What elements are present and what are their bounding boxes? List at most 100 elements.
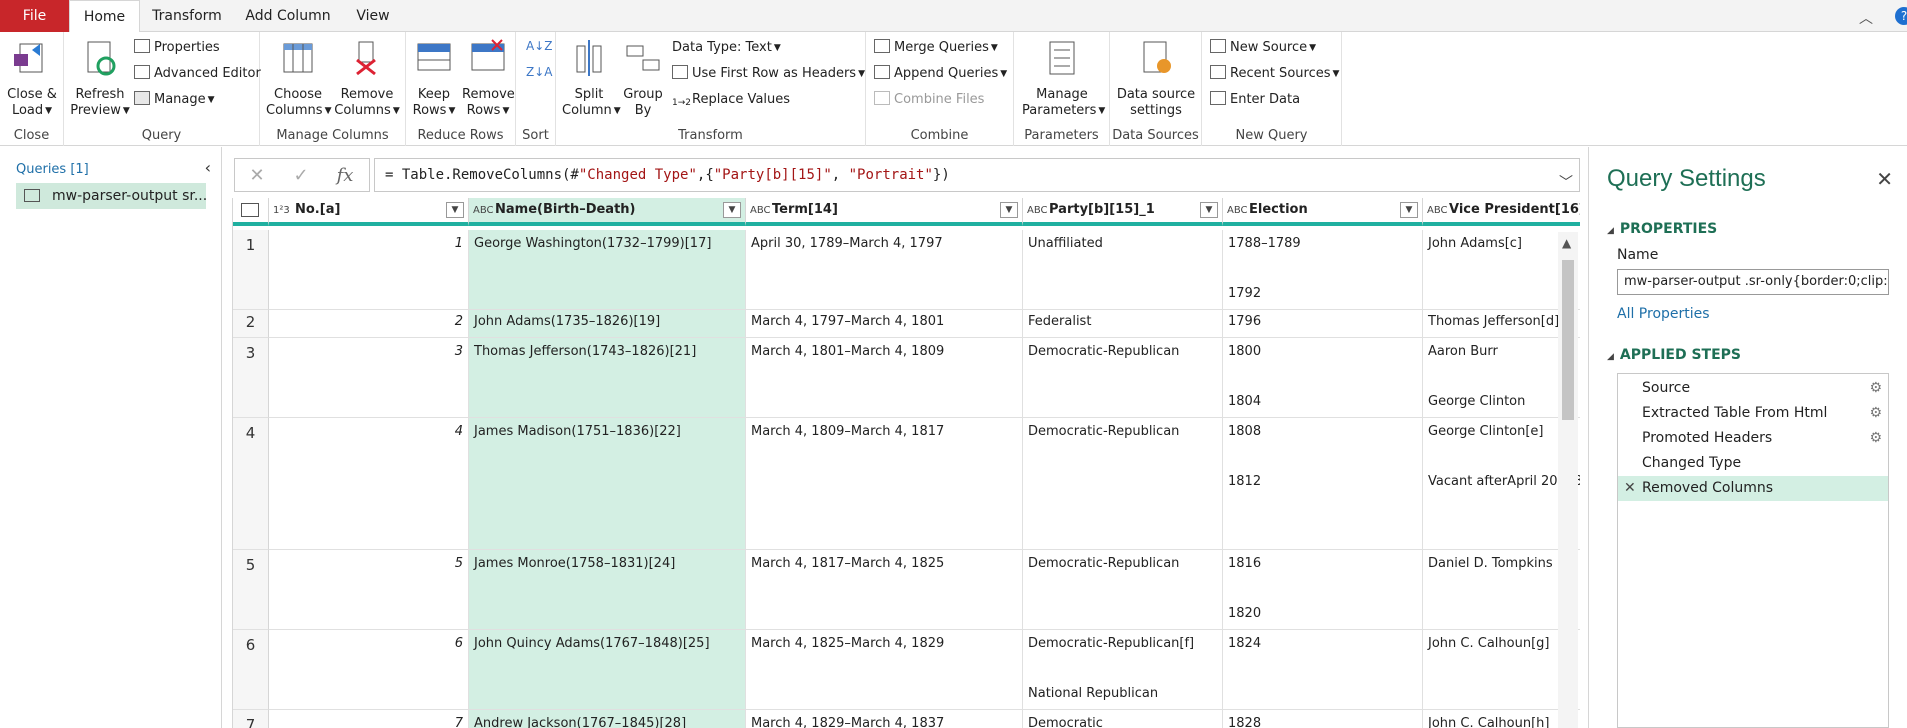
column-header-no[interactable]: 1²3 No.[a] ▼ <box>269 198 469 226</box>
properties-section[interactable]: ◢ PROPERTIES <box>1607 221 1717 237</box>
cell-term[interactable]: March 4, 1825–March 4, 1829 <box>746 630 1023 710</box>
cell-vice-president[interactable]: Aaron Burr George Clinton <box>1423 338 1580 418</box>
remove-rows-button[interactable]: Remove Rows ▼ <box>462 38 515 119</box>
use-first-row-headers-button[interactable]: Use First Row as Headers ▼ <box>672 64 865 86</box>
collapse-pane-icon[interactable]: ‹ <box>205 158 211 177</box>
gear-icon[interactable]: ⚙ <box>1869 401 1882 426</box>
cell-name[interactable]: George Washington(1732–1799)[17] <box>469 230 746 310</box>
cancel-icon[interactable]: ✕ <box>239 163 275 189</box>
cell-party[interactable]: Democratic-Republican <box>1023 338 1223 418</box>
cell-election[interactable]: 1824 <box>1223 630 1423 710</box>
cell-name[interactable]: James Monroe(1758–1831)[24] <box>469 550 746 630</box>
commit-icon[interactable]: ✓ <box>283 163 319 189</box>
column-header-name[interactable]: ABCName(Birth–Death) ▼ <box>469 198 746 226</box>
row-number[interactable]: 6 <box>233 630 269 710</box>
new-source-button[interactable]: New Source ▼ <box>1210 38 1316 60</box>
cell-no[interactable]: 6 <box>269 630 469 710</box>
column-header-party[interactable]: ABCParty[b][15]_1 ▼ <box>1023 198 1223 226</box>
enter-data-button[interactable]: Enter Data <box>1210 90 1300 112</box>
cell-party[interactable]: Federalist <box>1023 310 1223 338</box>
step-promoted-headers[interactable]: Promoted Headers ⚙ <box>1618 426 1888 451</box>
replace-values-button[interactable]: 1→2Replace Values <box>672 90 790 112</box>
expand-formula-icon[interactable]: ﹀ <box>1559 167 1573 191</box>
row-number[interactable]: 5 <box>233 550 269 630</box>
cell-no[interactable]: 2 <box>269 310 469 338</box>
step-removed-columns[interactable]: ✕ Removed Columns <box>1618 476 1888 501</box>
cell-vice-president[interactable]: John C. Calhoun[h] <box>1423 710 1580 728</box>
merge-queries-button[interactable]: Merge Queries ▼ <box>874 38 998 60</box>
row-number[interactable]: 1 <box>233 230 269 310</box>
row-number[interactable]: 2 <box>233 310 269 338</box>
close-load-button[interactable]: Close & Load ▼ <box>4 38 60 119</box>
advanced-editor-button[interactable]: Advanced Editor <box>134 64 261 86</box>
sort-ascending-button[interactable]: A↓Z <box>526 36 552 58</box>
query-name-input[interactable]: mw-parser-output .sr-only{border:0;clip:… <box>1617 269 1889 295</box>
cell-party[interactable]: Democratic-Republican[f] National Republi… <box>1023 630 1223 710</box>
table-menu-button[interactable] <box>233 198 269 226</box>
cell-election[interactable]: 1796 <box>1223 310 1423 338</box>
data-source-settings-button[interactable]: Data source settings <box>1114 38 1198 119</box>
cell-no[interactable]: 1 <box>269 230 469 310</box>
cell-term[interactable]: March 4, 1817–March 4, 1825 <box>746 550 1023 630</box>
filter-dropdown-icon[interactable]: ▼ <box>1200 202 1218 218</box>
cell-name[interactable]: Thomas Jefferson(1743–1826)[21] <box>469 338 746 418</box>
cell-party[interactable]: Democratic-Republican <box>1023 550 1223 630</box>
function-icon[interactable]: fx <box>327 163 363 189</box>
cell-party[interactable]: Democratic-Republican <box>1023 418 1223 550</box>
row-number[interactable]: 4 <box>233 418 269 550</box>
cell-party[interactable]: Democratic <box>1023 710 1223 728</box>
help-icon[interactable]: ? <box>1895 7 1907 25</box>
query-item[interactable]: mw-parser-output sr... <box>16 183 206 209</box>
cell-vice-president[interactable]: John Adams[c] <box>1423 230 1580 310</box>
formula-input[interactable]: = Table.RemoveColumns(#"Changed Type",{"… <box>374 158 1580 192</box>
properties-button[interactable]: Properties <box>134 38 220 60</box>
cell-vice-president[interactable]: George Clinton[e]Vacant afterApril 20, 1… <box>1423 418 1580 550</box>
filter-dropdown-icon[interactable]: ▼ <box>1000 202 1018 218</box>
vertical-scrollbar[interactable]: ▲ <box>1558 232 1578 728</box>
cell-vice-president[interactable]: Thomas Jefferson[d] <box>1423 310 1580 338</box>
step-changed-type[interactable]: Changed Type <box>1618 451 1888 476</box>
cell-election[interactable]: 1828 <box>1223 710 1423 728</box>
gear-icon[interactable]: ⚙ <box>1869 426 1882 451</box>
cell-no[interactable]: 3 <box>269 338 469 418</box>
tab-transform[interactable]: Transform <box>146 0 228 32</box>
manage-button[interactable]: Manage ▼ <box>134 90 215 112</box>
tab-home[interactable]: Home <box>69 0 140 33</box>
close-icon[interactable]: ✕ <box>1876 167 1893 191</box>
cell-term[interactable]: April 30, 1789–March 4, 1797 <box>746 230 1023 310</box>
cell-no[interactable]: 4 <box>269 418 469 550</box>
all-properties-link[interactable]: All Properties <box>1617 306 1710 322</box>
filter-dropdown-icon[interactable]: ▼ <box>446 202 464 218</box>
cell-name[interactable]: Andrew Jackson(1767–1845)[28] <box>469 710 746 728</box>
tab-add-column[interactable]: Add Column <box>240 0 336 32</box>
cell-name[interactable]: John Quincy Adams(1767–1848)[25] <box>469 630 746 710</box>
column-header-vice-president[interactable]: ABCVice President[16] <box>1423 198 1580 226</box>
cell-term[interactable]: March 4, 1797–March 4, 1801 <box>746 310 1023 338</box>
cell-election[interactable]: 1816 1820 <box>1223 550 1423 630</box>
scrollbar-thumb[interactable] <box>1562 260 1574 420</box>
append-queries-button[interactable]: Append Queries ▼ <box>874 64 1007 86</box>
cell-election[interactable]: 1788–1789 1792 <box>1223 230 1423 310</box>
split-column-button[interactable]: Split Column ▼ <box>562 38 621 119</box>
cell-election[interactable]: 1800 1804 <box>1223 338 1423 418</box>
collapse-ribbon-icon[interactable]: ︿ <box>1859 8 1873 28</box>
applied-steps-section[interactable]: ◢ APPLIED STEPS <box>1607 347 1741 363</box>
cell-term[interactable]: March 4, 1801–March 4, 1809 <box>746 338 1023 418</box>
step-source[interactable]: Source ⚙ <box>1618 376 1888 401</box>
cell-name[interactable]: James Madison(1751–1836)[22] <box>469 418 746 550</box>
keep-rows-button[interactable]: Keep Rows ▼ <box>408 38 460 119</box>
tab-view[interactable]: View <box>350 0 396 32</box>
sort-descending-button[interactable]: Z↓A <box>526 62 552 84</box>
cell-no[interactable]: 5 <box>269 550 469 630</box>
remove-columns-button[interactable]: Remove Columns ▼ <box>334 38 400 119</box>
refresh-preview-button[interactable]: Refresh Preview ▼ <box>70 38 130 119</box>
recent-sources-button[interactable]: Recent Sources ▼ <box>1210 64 1339 86</box>
cell-term[interactable]: March 4, 1809–March 4, 1817 <box>746 418 1023 550</box>
cell-election[interactable]: 1808 1812 <box>1223 418 1423 550</box>
filter-dropdown-icon[interactable]: ▼ <box>1400 202 1418 218</box>
cell-no[interactable]: 7 <box>269 710 469 728</box>
column-header-term[interactable]: ABCTerm[14] ▼ <box>746 198 1023 226</box>
step-extracted-table[interactable]: Extracted Table From Html ⚙ <box>1618 401 1888 426</box>
data-type-dropdown[interactable]: Data Type: Text ▼ <box>672 38 781 60</box>
cell-party[interactable]: Unaffiliated <box>1023 230 1223 310</box>
